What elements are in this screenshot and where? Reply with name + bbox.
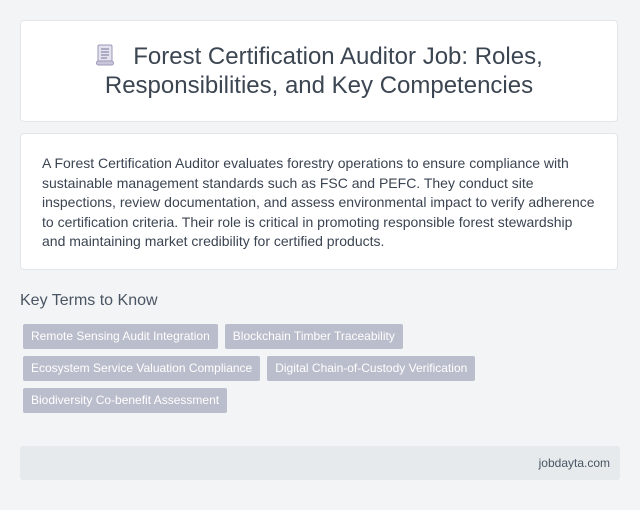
term-row: Biodiversity Co-benefit Assessment xyxy=(23,388,603,413)
term-tag[interactable]: Ecosystem Service Valuation Compliance xyxy=(23,356,261,381)
page-title-block: Forest Certification Auditor Job: Roles,… xyxy=(21,42,617,100)
title-card: Forest Certification Auditor Job: Roles,… xyxy=(20,20,618,122)
summary-card: A Forest Certification Auditor evaluates… xyxy=(20,133,618,270)
term-row: Remote Sensing Audit Integration Blockch… xyxy=(23,324,603,349)
key-terms-heading: Key Terms to Know xyxy=(20,292,158,309)
term-tag[interactable]: Biodiversity Co-benefit Assessment xyxy=(23,388,228,413)
term-tag[interactable]: Digital Chain-of-Custody Verification xyxy=(267,356,476,381)
term-tag[interactable]: Remote Sensing Audit Integration xyxy=(23,324,218,349)
footer: jobdayta.com xyxy=(20,446,620,480)
footer-site-link[interactable]: jobdayta.com xyxy=(539,456,610,470)
term-row: Ecosystem Service Valuation Compliance D… xyxy=(23,356,603,381)
term-tag[interactable]: Blockchain Timber Traceability xyxy=(224,324,403,349)
page-title: Forest Certification Auditor Job: Roles,… xyxy=(104,43,543,99)
summary-paragraph: A Forest Certification Auditor evaluates… xyxy=(42,155,595,250)
key-terms-list: Remote Sensing Audit Integration Blockch… xyxy=(23,324,603,420)
document-icon xyxy=(95,44,115,66)
